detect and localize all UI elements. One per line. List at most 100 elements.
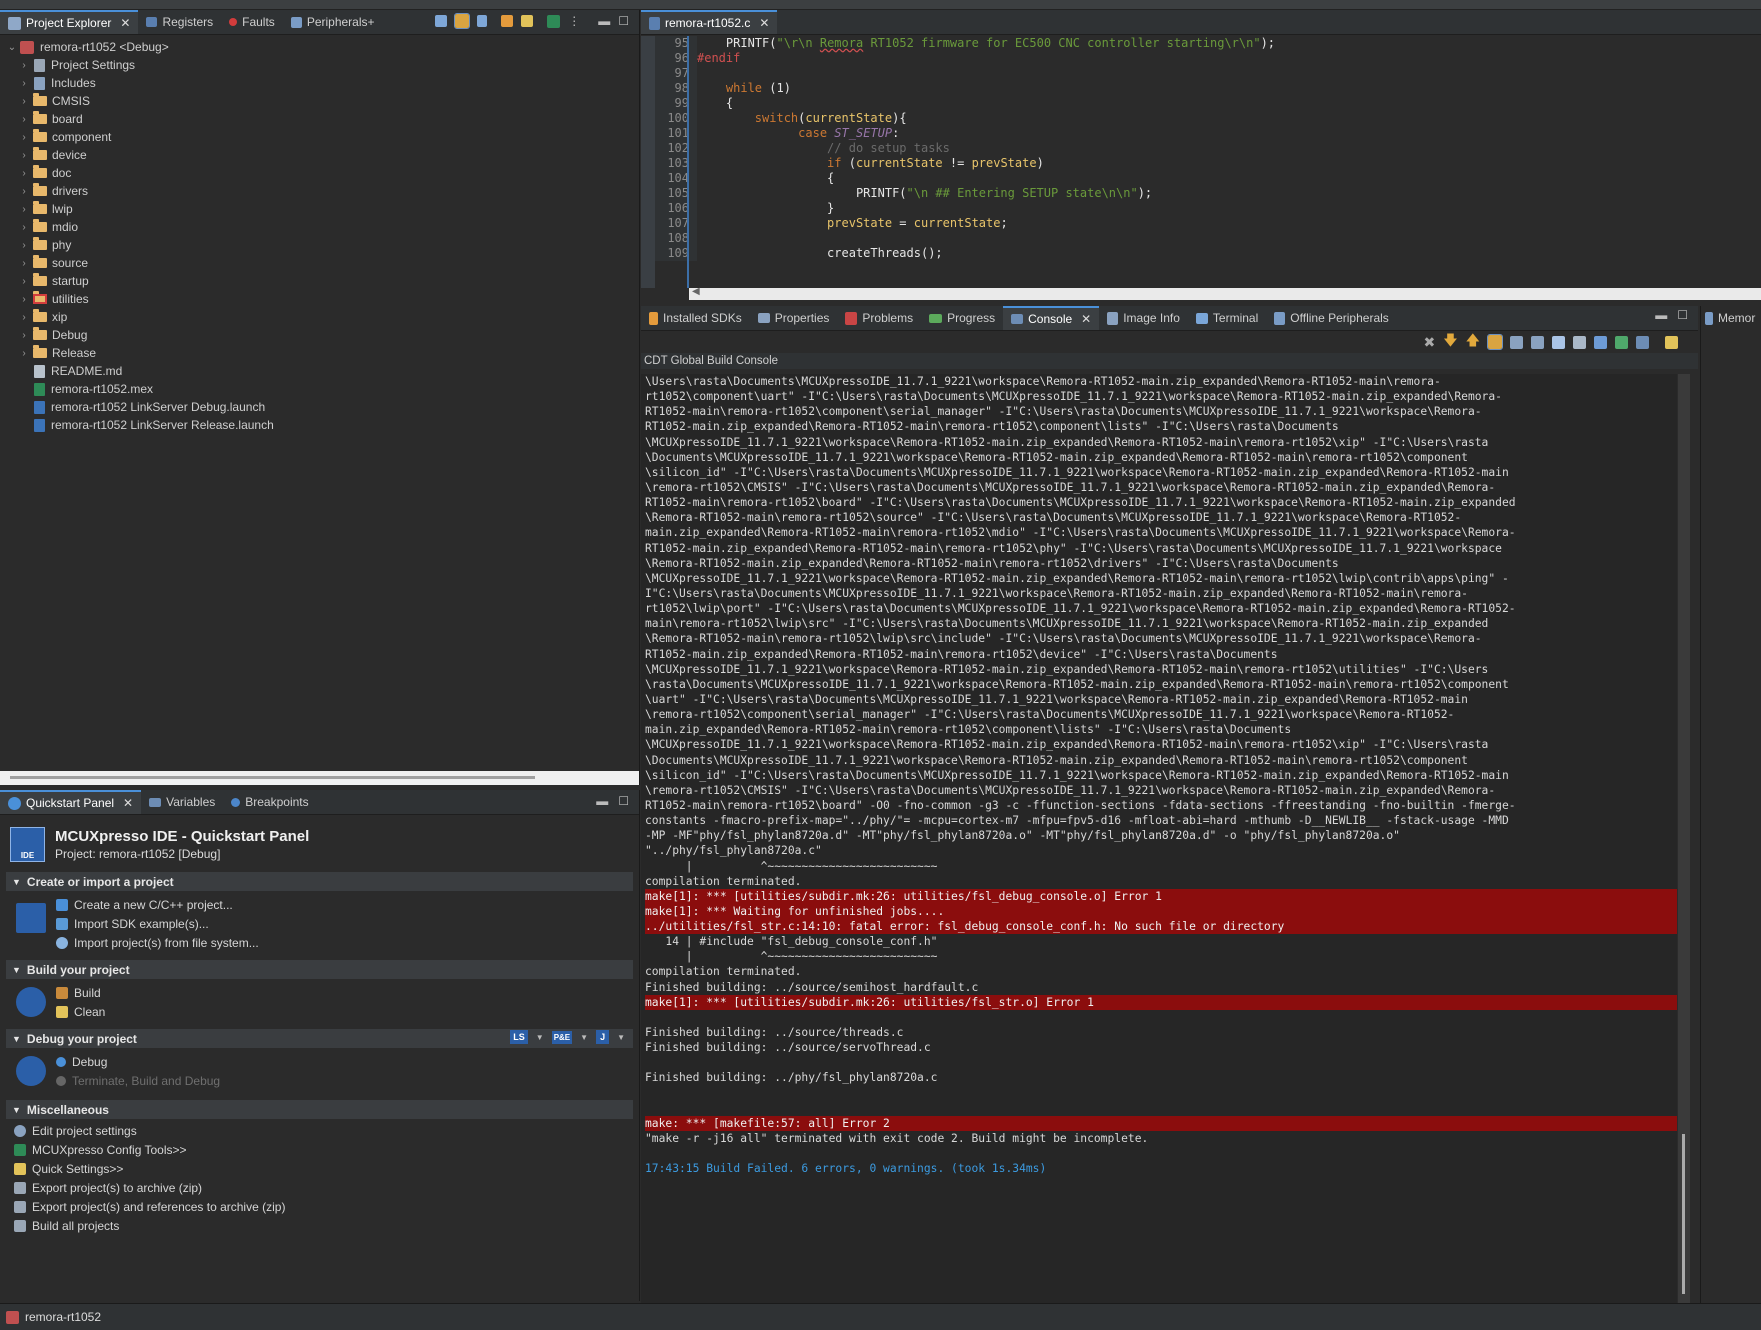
tree-item[interactable]: › source xyxy=(0,254,639,272)
tree-item[interactable]: › lwip xyxy=(0,200,639,218)
code-area[interactable]: 95 PRINTF("\r\n Remora RT1052 firmware f… xyxy=(641,36,1761,288)
export-archive-link[interactable]: Export project(s) to archive (zip) xyxy=(14,1178,639,1197)
tab-faults[interactable]: Faults xyxy=(221,10,283,34)
editor-horizontal-scrollbar[interactable]: ◀ xyxy=(689,286,1761,300)
chevron-right-icon[interactable]: › xyxy=(18,78,30,89)
clear-console-icon[interactable]: ✖ xyxy=(1423,334,1435,351)
previous-error-icon[interactable]: 🡅 xyxy=(1466,330,1480,354)
close-icon[interactable]: ✕ xyxy=(759,16,769,30)
view-menu-icon[interactable]: ⋮ xyxy=(568,14,580,28)
chevron-down-icon[interactable]: ▼ xyxy=(617,1033,625,1042)
link-editor-icon[interactable] xyxy=(454,13,471,29)
minimize-icon[interactable]: ▬ xyxy=(596,794,608,808)
jlink-probe-button[interactable]: J xyxy=(596,1030,610,1044)
section-create-import[interactable]: ▼ Create or import a project xyxy=(6,872,633,891)
chevron-right-icon[interactable]: › xyxy=(18,204,30,215)
tree-item[interactable]: remora-rt1052 LinkServer Debug.launch xyxy=(0,398,639,416)
chevron-right-icon[interactable]: › xyxy=(18,168,30,179)
tree-item[interactable]: › startup xyxy=(0,272,639,290)
tree-item[interactable]: › Project Settings xyxy=(0,56,639,74)
edit-project-settings-link[interactable]: Edit project settings xyxy=(14,1121,639,1140)
maximize-icon[interactable]: ☐ xyxy=(618,14,629,28)
chevron-down-icon[interactable]: ▼ xyxy=(580,1033,588,1042)
tab-variables[interactable]: Variables xyxy=(141,790,223,814)
close-icon[interactable]: ✕ xyxy=(120,16,130,30)
chevron-right-icon[interactable]: › xyxy=(18,348,30,359)
build-link[interactable]: Build xyxy=(56,983,105,1002)
copy-console-icon[interactable] xyxy=(1573,335,1586,349)
pemicro-probe-button[interactable]: P&E xyxy=(551,1030,573,1044)
tree-item[interactable]: › phy xyxy=(0,236,639,254)
tab-offline-peripherals[interactable]: Offline Peripherals xyxy=(1266,306,1397,330)
tab-image-info[interactable]: Image Info xyxy=(1099,306,1188,330)
chevron-right-icon[interactable]: › xyxy=(18,240,30,251)
section-debug[interactable]: ▼ Debug your project LS ▼ P&E ▼ J ▼ xyxy=(6,1029,633,1048)
close-icon[interactable]: ✕ xyxy=(1081,312,1091,326)
tree-item[interactable]: › utilities xyxy=(0,290,639,308)
chevron-right-icon[interactable]: › xyxy=(18,222,30,233)
tab-remora-rt1052-c[interactable]: remora-rt1052.c ✕ xyxy=(641,10,778,34)
tab-peripherals[interactable]: Peripherals+ xyxy=(283,10,383,34)
console-output[interactable]: \Users\rasta\Documents\MCUXpressoIDE_11.… xyxy=(641,374,1677,1303)
word-wrap-icon[interactable] xyxy=(1552,335,1565,349)
pin-console-icon[interactable] xyxy=(1615,335,1628,349)
clean-link[interactable]: Clean xyxy=(56,1002,105,1021)
tree-item[interactable]: › Includes xyxy=(0,74,639,92)
quick-settings-link[interactable]: Quick Settings>> xyxy=(14,1159,639,1178)
tree-item[interactable]: › board xyxy=(0,110,639,128)
mcux-tools-icon[interactable] xyxy=(547,14,561,28)
tab-project-explorer[interactable]: Project Explorer ✕ xyxy=(0,10,139,34)
tab-memory[interactable]: Memor xyxy=(1701,306,1761,330)
collapse-all-icon[interactable] xyxy=(435,15,448,27)
linkserver-probe-button[interactable]: LS xyxy=(510,1030,528,1044)
config-tools-link[interactable]: MCUXpresso Config Tools>> xyxy=(14,1140,639,1159)
tab-quickstart[interactable]: Quickstart Panel ✕ xyxy=(0,790,142,814)
console-vertical-scrollbar[interactable] xyxy=(1678,374,1690,1303)
maximize-icon[interactable]: ☐ xyxy=(618,794,629,808)
chevron-down-icon[interactable]: ⌄ xyxy=(6,42,18,53)
filter-icon[interactable] xyxy=(477,15,488,27)
link-console-icon[interactable] xyxy=(1487,334,1503,350)
close-icon[interactable]: ✕ xyxy=(123,796,133,810)
tree-item[interactable]: › device xyxy=(0,146,639,164)
tab-properties[interactable]: Properties xyxy=(750,306,838,330)
export-with-references-link[interactable]: Export project(s) and references to arch… xyxy=(14,1197,639,1216)
section-build[interactable]: ▼ Build your project xyxy=(6,960,633,979)
chevron-right-icon[interactable]: › xyxy=(18,330,30,341)
tree-root[interactable]: ⌄ remora-rt1052 <Debug> xyxy=(0,38,639,56)
refresh-icon[interactable] xyxy=(521,15,534,27)
tree-item[interactable]: remora-rt1052.mex xyxy=(0,380,639,398)
tree-item[interactable]: › Debug xyxy=(0,326,639,344)
tab-problems[interactable]: Problems xyxy=(837,306,921,330)
show-console-icon[interactable] xyxy=(1510,335,1523,349)
chevron-right-icon[interactable]: › xyxy=(18,312,30,323)
chevron-right-icon[interactable]: › xyxy=(18,186,30,197)
chevron-right-icon[interactable]: › xyxy=(18,114,30,125)
grid-icon[interactable] xyxy=(501,15,514,27)
tree-item[interactable]: remora-rt1052 LinkServer Release.launch xyxy=(0,416,639,434)
next-error-icon[interactable]: 🡇 xyxy=(1443,330,1457,354)
minimize-icon[interactable]: ▬ xyxy=(1655,308,1667,322)
create-new-project-link[interactable]: Create a new C/C++ project... xyxy=(56,895,259,914)
debug-link[interactable]: Debug xyxy=(56,1052,220,1071)
tab-installed-sdks[interactable]: Installed SDKs xyxy=(641,306,750,330)
tree-item[interactable]: › mdio xyxy=(0,218,639,236)
import-from-filesystem-link[interactable]: Import project(s) from file system... xyxy=(56,933,259,952)
tree-item[interactable]: › doc xyxy=(0,164,639,182)
chevron-right-icon[interactable]: › xyxy=(18,294,30,305)
tree-item[interactable]: › Release xyxy=(0,344,639,362)
display-selected-console-icon[interactable] xyxy=(1594,335,1607,349)
tab-registers[interactable]: Registers xyxy=(138,10,221,34)
tree-item[interactable]: › CMSIS xyxy=(0,92,639,110)
chevron-right-icon[interactable]: › xyxy=(18,132,30,143)
tab-progress[interactable]: Progress xyxy=(921,306,1003,330)
tree-item[interactable]: › xip xyxy=(0,308,639,326)
tree-item[interactable]: › drivers xyxy=(0,182,639,200)
tab-console[interactable]: Console ✕ xyxy=(1003,306,1100,330)
tree-item[interactable]: README.md xyxy=(0,362,639,380)
chevron-right-icon[interactable]: › xyxy=(18,276,30,287)
chevron-right-icon[interactable]: › xyxy=(18,258,30,269)
open-console-icon[interactable] xyxy=(1665,335,1678,349)
console-output-icon[interactable] xyxy=(1531,335,1544,349)
section-miscellaneous[interactable]: ▼ Miscellaneous xyxy=(6,1100,633,1119)
